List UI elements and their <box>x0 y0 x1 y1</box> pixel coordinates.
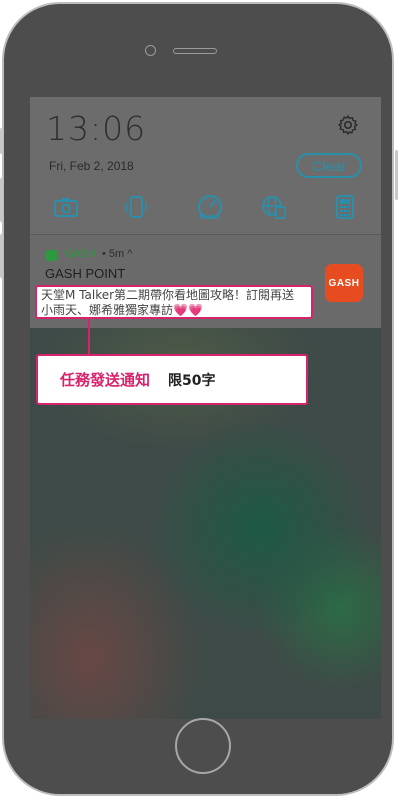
calculator-icon[interactable] <box>331 193 359 221</box>
notification-title: GASH POINT <box>45 266 126 281</box>
rotation-icon[interactable] <box>122 193 150 221</box>
data-usage-label: 949 MB <box>199 215 221 221</box>
home-button[interactable] <box>175 718 231 774</box>
screen: 13:06 Fri, Feb 2, 2018 Clear 949 MB GASH… <box>30 97 381 719</box>
power-button <box>395 150 398 200</box>
callout-connector <box>88 319 90 355</box>
clear-button[interactable]: Clear <box>296 153 362 178</box>
notification-body-line1: 天堂M Talker第二期帶你看地圖攻略！訂閱再送 <box>41 288 295 302</box>
clock-time: 13:06 <box>46 109 147 148</box>
notification-body-line2: 小雨天、娜希雅獨家專訪💗💗 <box>41 303 203 317</box>
gear-icon[interactable] <box>336 113 360 137</box>
earpiece-speaker <box>173 48 217 54</box>
notification-body-highlight: 天堂M Talker第二期帶你看地圖攻略！訂閱再送 小雨天、娜希雅獨家專訪💗💗 <box>35 285 313 319</box>
volume-down-button <box>0 234 3 278</box>
callout-box: 任務發送通知 限50字 <box>36 354 308 405</box>
gash-app-icon: GASH <box>325 264 363 302</box>
network-icon[interactable] <box>260 193 288 221</box>
callout-title: 任務發送通知 <box>60 371 151 389</box>
quick-settings-panel: 13:06 Fri, Feb 2, 2018 Clear 949 MB <box>30 97 381 234</box>
front-camera <box>145 45 156 56</box>
clock-date: Fri, Feb 2, 2018 <box>49 159 134 173</box>
mute-switch <box>0 128 3 154</box>
callout-limit: 限50字 <box>168 372 216 389</box>
notification-time: • 5m ^ <box>102 248 133 260</box>
volume-up-button <box>0 178 3 222</box>
notification-app-name: GASH <box>65 248 97 260</box>
camera-icon[interactable] <box>52 193 80 221</box>
gash-small-icon <box>46 250 57 261</box>
